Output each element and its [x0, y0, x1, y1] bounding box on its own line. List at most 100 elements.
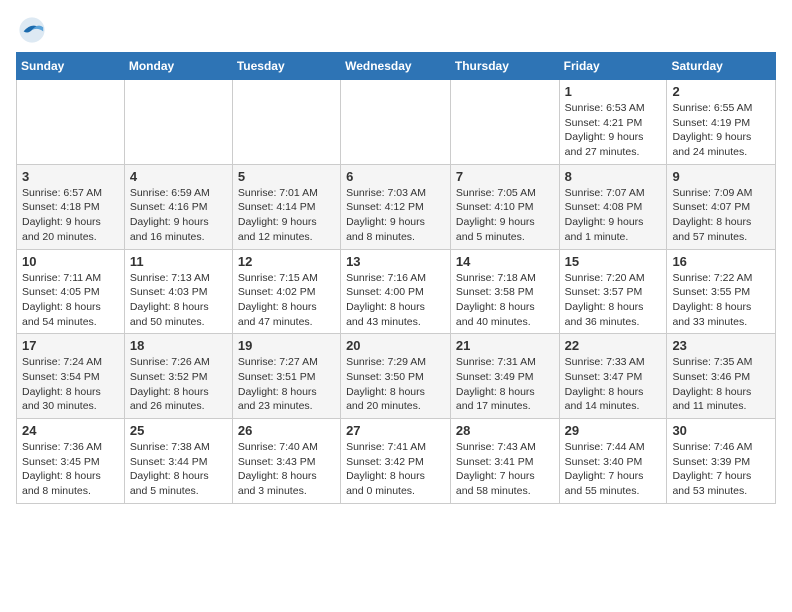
page-header [16, 16, 776, 44]
calendar-header-row: SundayMondayTuesdayWednesdayThursdayFrid… [17, 53, 776, 80]
day-info: Sunrise: 7:11 AM Sunset: 4:05 PM Dayligh… [22, 271, 119, 330]
calendar-body: 1 Sunrise: 6:53 AM Sunset: 4:21 PM Daylig… [17, 80, 776, 504]
calendar-cell: 10 Sunrise: 7:11 AM Sunset: 4:05 PM Dayli… [17, 249, 125, 334]
calendar-cell: 25 Sunrise: 7:38 AM Sunset: 3:44 PM Dayli… [124, 419, 232, 504]
calendar-cell: 13 Sunrise: 7:16 AM Sunset: 4:00 PM Dayli… [341, 249, 451, 334]
calendar-week-4: 17 Sunrise: 7:24 AM Sunset: 3:54 PM Dayli… [17, 334, 776, 419]
day-info: Sunrise: 7:15 AM Sunset: 4:02 PM Dayligh… [238, 271, 335, 330]
day-info: Sunrise: 6:55 AM Sunset: 4:19 PM Dayligh… [672, 101, 770, 160]
calendar-week-5: 24 Sunrise: 7:36 AM Sunset: 3:45 PM Dayli… [17, 419, 776, 504]
calendar-cell: 11 Sunrise: 7:13 AM Sunset: 4:03 PM Dayli… [124, 249, 232, 334]
calendar-cell: 15 Sunrise: 7:20 AM Sunset: 3:57 PM Dayli… [559, 249, 667, 334]
day-info: Sunrise: 6:59 AM Sunset: 4:16 PM Dayligh… [130, 186, 227, 245]
day-info: Sunrise: 7:01 AM Sunset: 4:14 PM Dayligh… [238, 186, 335, 245]
day-info: Sunrise: 7:13 AM Sunset: 4:03 PM Dayligh… [130, 271, 227, 330]
day-number: 6 [346, 169, 445, 184]
day-info: Sunrise: 7:43 AM Sunset: 3:41 PM Dayligh… [456, 440, 554, 499]
calendar-cell: 19 Sunrise: 7:27 AM Sunset: 3:51 PM Dayli… [232, 334, 340, 419]
day-info: Sunrise: 7:36 AM Sunset: 3:45 PM Dayligh… [22, 440, 119, 499]
calendar-header-monday: Monday [124, 53, 232, 80]
day-info: Sunrise: 7:29 AM Sunset: 3:50 PM Dayligh… [346, 355, 445, 414]
day-number: 15 [565, 254, 662, 269]
day-info: Sunrise: 7:38 AM Sunset: 3:44 PM Dayligh… [130, 440, 227, 499]
day-number: 24 [22, 423, 119, 438]
day-info: Sunrise: 7:35 AM Sunset: 3:46 PM Dayligh… [672, 355, 770, 414]
day-info: Sunrise: 7:22 AM Sunset: 3:55 PM Dayligh… [672, 271, 770, 330]
calendar-cell: 8Sunrise: 7:07 AM Sunset: 4:08 PM Daylig… [559, 164, 667, 249]
day-number: 7 [456, 169, 554, 184]
day-number: 18 [130, 338, 227, 353]
day-number: 12 [238, 254, 335, 269]
calendar-cell: 24 Sunrise: 7:36 AM Sunset: 3:45 PM Dayli… [17, 419, 125, 504]
day-number: 17 [22, 338, 119, 353]
day-number: 26 [238, 423, 335, 438]
calendar-cell: 18 Sunrise: 7:26 AM Sunset: 3:52 PM Dayli… [124, 334, 232, 419]
day-info: Sunrise: 7:40 AM Sunset: 3:43 PM Dayligh… [238, 440, 335, 499]
calendar-cell: 27 Sunrise: 7:41 AM Sunset: 3:42 PM Dayli… [341, 419, 451, 504]
calendar-cell: 30Sunrise: 7:46 AM Sunset: 3:39 PM Dayli… [667, 419, 776, 504]
calendar-header-thursday: Thursday [450, 53, 559, 80]
day-info: Sunrise: 7:41 AM Sunset: 3:42 PM Dayligh… [346, 440, 445, 499]
calendar-header-saturday: Saturday [667, 53, 776, 80]
day-number: 1 [565, 84, 662, 99]
calendar-cell: 20Sunrise: 7:29 AM Sunset: 3:50 PM Dayli… [341, 334, 451, 419]
day-info: Sunrise: 7:03 AM Sunset: 4:12 PM Dayligh… [346, 186, 445, 245]
calendar-week-3: 10 Sunrise: 7:11 AM Sunset: 4:05 PM Dayli… [17, 249, 776, 334]
calendar-cell [124, 80, 232, 165]
calendar-cell: 22 Sunrise: 7:33 AM Sunset: 3:47 PM Dayli… [559, 334, 667, 419]
calendar-cell [450, 80, 559, 165]
day-info: Sunrise: 6:57 AM Sunset: 4:18 PM Dayligh… [22, 186, 119, 245]
day-number: 22 [565, 338, 662, 353]
day-number: 14 [456, 254, 554, 269]
day-number: 2 [672, 84, 770, 99]
day-info: Sunrise: 7:27 AM Sunset: 3:51 PM Dayligh… [238, 355, 335, 414]
day-info: Sunrise: 7:24 AM Sunset: 3:54 PM Dayligh… [22, 355, 119, 414]
day-number: 5 [238, 169, 335, 184]
day-number: 21 [456, 338, 554, 353]
day-number: 27 [346, 423, 445, 438]
calendar-cell: 26 Sunrise: 7:40 AM Sunset: 3:43 PM Dayli… [232, 419, 340, 504]
calendar-cell: 4 Sunrise: 6:59 AM Sunset: 4:16 PM Daylig… [124, 164, 232, 249]
day-info: Sunrise: 7:46 AM Sunset: 3:39 PM Dayligh… [672, 440, 770, 499]
day-number: 11 [130, 254, 227, 269]
calendar-cell: 9 Sunrise: 7:09 AM Sunset: 4:07 PM Daylig… [667, 164, 776, 249]
calendar-header-sunday: Sunday [17, 53, 125, 80]
day-number: 25 [130, 423, 227, 438]
day-info: Sunrise: 7:20 AM Sunset: 3:57 PM Dayligh… [565, 271, 662, 330]
day-number: 4 [130, 169, 227, 184]
day-info: Sunrise: 7:16 AM Sunset: 4:00 PM Dayligh… [346, 271, 445, 330]
calendar-header-wednesday: Wednesday [341, 53, 451, 80]
day-info: Sunrise: 6:53 AM Sunset: 4:21 PM Dayligh… [565, 101, 662, 160]
day-info: Sunrise: 7:18 AM Sunset: 3:58 PM Dayligh… [456, 271, 554, 330]
calendar-cell: 21 Sunrise: 7:31 AM Sunset: 3:49 PM Dayli… [450, 334, 559, 419]
calendar-header-tuesday: Tuesday [232, 53, 340, 80]
calendar-cell: 7Sunrise: 7:05 AM Sunset: 4:10 PM Daylig… [450, 164, 559, 249]
calendar-cell: 1 Sunrise: 6:53 AM Sunset: 4:21 PM Daylig… [559, 80, 667, 165]
calendar-cell: 6 Sunrise: 7:03 AM Sunset: 4:12 PM Daylig… [341, 164, 451, 249]
day-number: 13 [346, 254, 445, 269]
calendar-cell: 14 Sunrise: 7:18 AM Sunset: 3:58 PM Dayli… [450, 249, 559, 334]
calendar-cell: 23 Sunrise: 7:35 AM Sunset: 3:46 PM Dayli… [667, 334, 776, 419]
day-info: Sunrise: 7:31 AM Sunset: 3:49 PM Dayligh… [456, 355, 554, 414]
logo-icon [18, 16, 46, 44]
day-info: Sunrise: 7:33 AM Sunset: 3:47 PM Dayligh… [565, 355, 662, 414]
calendar-cell: 17 Sunrise: 7:24 AM Sunset: 3:54 PM Dayli… [17, 334, 125, 419]
logo [16, 16, 46, 44]
calendar-cell: 28 Sunrise: 7:43 AM Sunset: 3:41 PM Dayli… [450, 419, 559, 504]
day-number: 23 [672, 338, 770, 353]
day-info: Sunrise: 7:07 AM Sunset: 4:08 PM Dayligh… [565, 186, 662, 245]
day-info: Sunrise: 7:26 AM Sunset: 3:52 PM Dayligh… [130, 355, 227, 414]
day-number: 29 [565, 423, 662, 438]
day-info: Sunrise: 7:09 AM Sunset: 4:07 PM Dayligh… [672, 186, 770, 245]
calendar-cell: 3Sunrise: 6:57 AM Sunset: 4:18 PM Daylig… [17, 164, 125, 249]
calendar-table: SundayMondayTuesdayWednesdayThursdayFrid… [16, 52, 776, 504]
day-number: 9 [672, 169, 770, 184]
day-number: 16 [672, 254, 770, 269]
calendar-cell: 5 Sunrise: 7:01 AM Sunset: 4:14 PM Daylig… [232, 164, 340, 249]
day-number: 28 [456, 423, 554, 438]
day-number: 19 [238, 338, 335, 353]
calendar-cell: 29Sunrise: 7:44 AM Sunset: 3:40 PM Dayli… [559, 419, 667, 504]
calendar-header-friday: Friday [559, 53, 667, 80]
calendar-cell [232, 80, 340, 165]
day-number: 10 [22, 254, 119, 269]
